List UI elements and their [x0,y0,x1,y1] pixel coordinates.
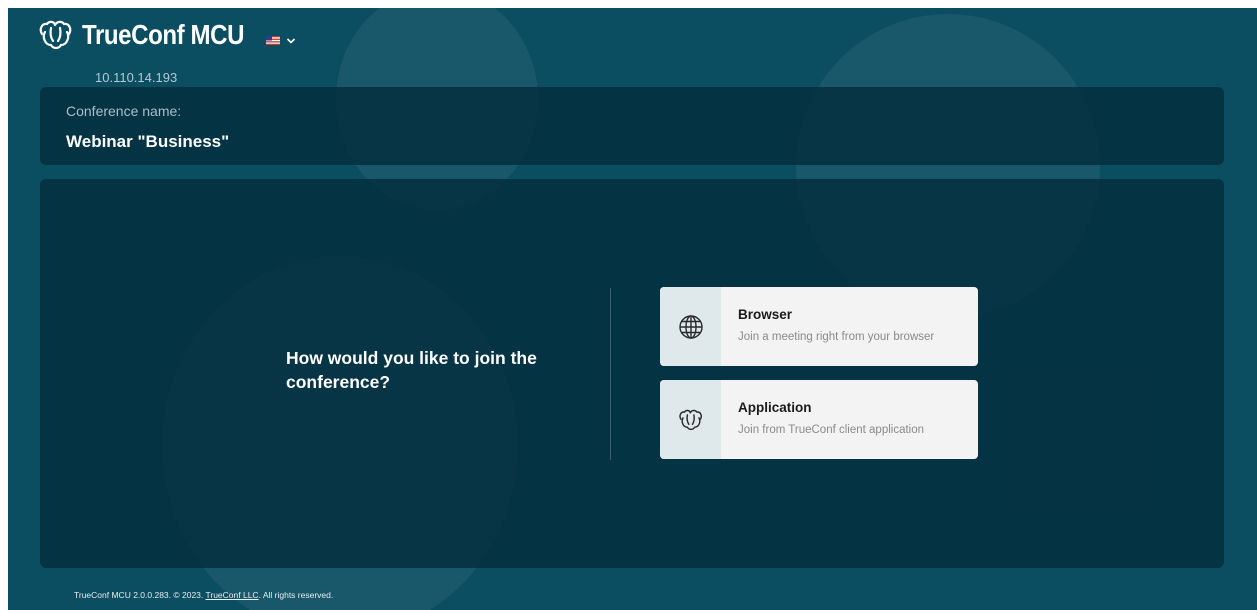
footer-rights: All rights reserved. [262,590,334,600]
conference-name: Webinar "Business" [66,132,230,151]
browser-option-icon-area [660,287,721,366]
footer-copyright: TrueConf MCU 2.0.0.283. © 2023. [74,590,204,600]
language-selector[interactable] [266,36,296,45]
application-option[interactable]: Application Join from TrueConf client ap… [660,380,978,459]
app-frame: TrueConf MCU 10.110.14.193 Conference na… [8,8,1257,610]
browser-option[interactable]: Browser Join a meeting right from your b… [660,287,978,366]
join-question: How would you like to join the conferenc… [286,348,537,392]
application-option-description: Join from TrueConf client application [738,424,925,436]
trueconf-app-icon [678,409,702,430]
application-option-icon-area [660,380,721,459]
divider [610,288,611,460]
chevron-down-icon [286,37,296,44]
browser-option-description: Join a meeting right from your browser [738,331,935,343]
footer-dot: . [258,590,261,600]
join-panel: How would you like to join the conferenc… [40,179,1224,568]
server-ip: 10.110.14.193 [95,70,178,85]
company-link[interactable]: TrueConf LLC [205,590,258,600]
conference-card: Conference name: Webinar "Business" [40,87,1224,165]
us-flag-icon [266,36,280,45]
trueconf-logo-icon [39,20,72,50]
product-name: TrueConf MCU [82,19,245,50]
application-option-title: Application [738,400,812,415]
conference-label: Conference name: [66,103,182,119]
browser-option-title: Browser [738,307,793,322]
brand-logo: TrueConf MCU [38,20,270,50]
globe-icon [678,314,703,339]
footer: TrueConf MCU 2.0.0.283. © 2023. TrueConf… [74,590,333,600]
